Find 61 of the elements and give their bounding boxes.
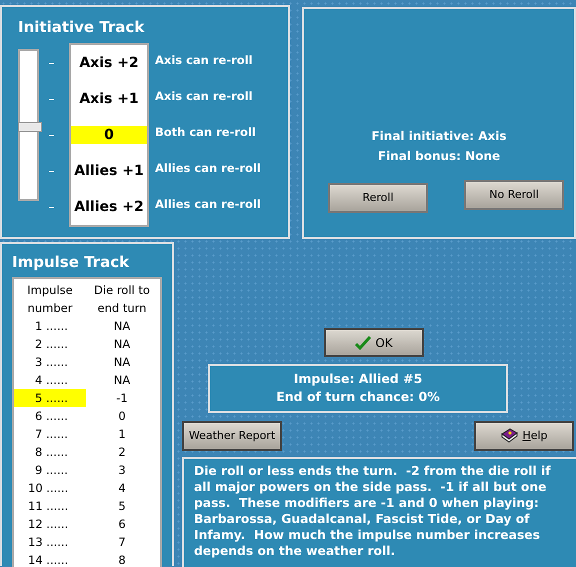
table-cell-text: 8 ...... bbox=[34, 444, 69, 461]
table-cell: 2 bbox=[118, 445, 126, 459]
no-reroll-button[interactable]: No Reroll bbox=[464, 180, 564, 210]
table-cell-text: 9 ...... bbox=[34, 462, 69, 479]
explanation-text: Die roll or less ends the turn. -2 from the die roll if all major powers on the side pass. -1 if all but one pass. These modifiers are -1 and 0 when playing: Barbarossa, Guadalcanal, Fascist Tide, or Day of Infamy. How much the impulse number increases depends on the weather roll. bbox=[193, 463, 552, 559]
table-cell-text: 13 ...... bbox=[27, 534, 70, 551]
table-cell-text: 2 ...... bbox=[34, 336, 69, 353]
level-label: Axis +2 bbox=[79, 54, 139, 72]
table-cell-text: 1 ...... bbox=[34, 318, 69, 335]
tick-mark bbox=[49, 98, 54, 100]
table-cell-text: 7 ...... bbox=[34, 426, 69, 443]
table-cell-text: 6 ...... bbox=[34, 408, 69, 425]
result-text: Final initiative: Axis bbox=[371, 129, 507, 143]
table-cell: 8 bbox=[118, 553, 126, 567]
tick-mark bbox=[49, 206, 54, 208]
result-text: Final bonus: None bbox=[378, 149, 500, 163]
level-label: Allies +2 bbox=[74, 198, 144, 216]
table-cell: NA bbox=[114, 355, 130, 369]
level-note: Allies can re-roll bbox=[155, 196, 261, 214]
table-cell-text: 4 ...... bbox=[34, 372, 69, 389]
table-cell: 7 bbox=[118, 535, 126, 549]
help-button[interactable]: Help bbox=[474, 421, 574, 451]
book-icon bbox=[500, 428, 518, 444]
level-label: Allies +1 bbox=[74, 162, 144, 180]
level-label: 0 bbox=[71, 126, 147, 144]
column-header: Die roll to end turn bbox=[94, 283, 150, 315]
level-note: Axis can re-roll bbox=[155, 52, 253, 70]
level-note: Both can re-roll bbox=[155, 124, 256, 142]
panel-title: Initiative Track bbox=[18, 17, 144, 38]
status-text: End of turn chance: 0% bbox=[276, 389, 440, 404]
tick-mark bbox=[49, 170, 54, 172]
table-cell-text: 12 ...... bbox=[27, 516, 70, 533]
tick-mark bbox=[49, 62, 54, 64]
table-cell: 4 bbox=[118, 481, 126, 495]
table-cell: NA bbox=[114, 337, 130, 351]
slider-thumb[interactable] bbox=[18, 122, 42, 132]
ok-button[interactable]: OK bbox=[324, 328, 424, 357]
table-cell-text: 11 ...... bbox=[27, 498, 70, 515]
level-label: Axis +1 bbox=[79, 90, 139, 108]
status-text: Impulse: Allied #5 bbox=[294, 371, 422, 386]
table-cell: 6 bbox=[118, 517, 126, 531]
weather-report-button[interactable]: Weather Report bbox=[182, 421, 282, 451]
level-note: Allies can re-roll bbox=[155, 160, 261, 178]
column-header: Impulse number bbox=[27, 283, 73, 315]
level-note: Axis can re-roll bbox=[155, 88, 253, 106]
table-cell: 1 bbox=[118, 427, 126, 441]
table-cell-text: 3 ...... bbox=[34, 354, 69, 371]
checkmark-icon bbox=[355, 336, 372, 350]
panel-title: Impulse Track bbox=[12, 252, 130, 273]
table-cell: NA bbox=[114, 373, 130, 387]
table-cell: 0 bbox=[118, 409, 126, 423]
table-cell: -1 bbox=[116, 391, 128, 405]
table-cell-text: 14 ...... bbox=[27, 552, 70, 567]
table-cell: 3 bbox=[118, 463, 126, 477]
table-cell-text: 10 ...... bbox=[27, 480, 70, 497]
table-cell: 5 bbox=[118, 499, 126, 513]
reroll-button[interactable]: Reroll bbox=[328, 183, 428, 213]
table-cell: NA bbox=[114, 319, 130, 333]
table-cell: 5 ...... bbox=[14, 389, 86, 407]
slider-track[interactable] bbox=[18, 49, 39, 201]
tick-mark bbox=[49, 134, 54, 136]
